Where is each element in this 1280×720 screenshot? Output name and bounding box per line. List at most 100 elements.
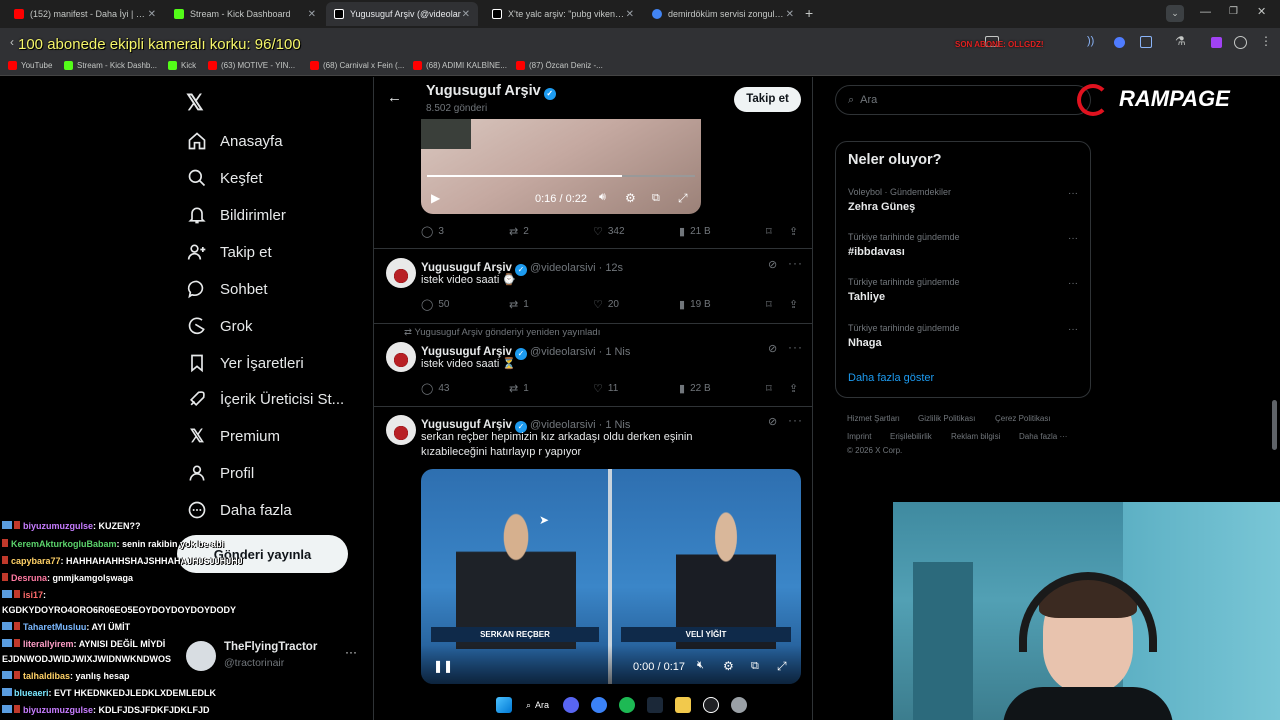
windows-start-icon[interactable] xyxy=(496,697,512,713)
post-menu-icon[interactable]: ··· xyxy=(788,340,803,354)
trend-name[interactable]: Zehra Güneş xyxy=(848,201,915,213)
close-icon[interactable]: ✕ xyxy=(786,9,794,20)
like-button[interactable]: ♡ 342 xyxy=(593,225,625,238)
avatar[interactable] xyxy=(386,415,416,445)
footer-link[interactable]: Gizlilik Politikası xyxy=(918,414,975,423)
bookmark[interactable]: Kick xyxy=(168,61,196,70)
audio-icon[interactable]: )) xyxy=(1087,35,1094,47)
fullscreen-icon[interactable]: ⤢ xyxy=(777,659,787,674)
trend-menu-icon[interactable]: ··· xyxy=(1068,324,1078,335)
reply-button[interactable]: ◯ 3 xyxy=(421,225,444,238)
nav-premium[interactable]: 𝕏 Premium xyxy=(186,421,280,451)
account-menu-icon[interactable]: ··· xyxy=(345,645,357,659)
repost-button[interactable]: ⇄ 1 xyxy=(509,382,529,395)
settings-icon[interactable] xyxy=(731,697,748,713)
folder-icon[interactable] xyxy=(675,697,692,713)
avatar[interactable] xyxy=(186,641,216,671)
browser-tab[interactable]: (152) manifest - Daha İyi | Offic ✕ xyxy=(6,2,164,26)
bookmark[interactable]: Stream - Kick Dashb... xyxy=(64,61,157,70)
video-player[interactable]: SERKAN REÇBER VELİ YİĞİT ❚❚ 0:00 / 0:17 … xyxy=(421,469,801,684)
nav-follow[interactable]: Takip et xyxy=(186,237,272,267)
browser-tab-active[interactable]: Yugusuguf Arşiv (@videolar ✕ xyxy=(326,2,478,26)
extensions-icon[interactable] xyxy=(1140,36,1152,48)
minimize-button[interactable]: — xyxy=(1200,6,1211,18)
pip-icon[interactable]: ⧉ xyxy=(652,192,660,205)
trend-name[interactable]: Nhaga xyxy=(848,337,882,349)
discord-icon[interactable] xyxy=(563,697,580,713)
views-button[interactable]: ▮ 22 B xyxy=(679,382,711,395)
tab-search-button[interactable]: ⌄ xyxy=(1166,5,1184,22)
close-window-button[interactable]: ✕ xyxy=(1257,5,1266,18)
nav-home[interactable]: Anasayfa xyxy=(186,126,283,156)
browser-icon[interactable] xyxy=(591,697,608,713)
post-menu-icon[interactable]: ··· xyxy=(788,413,803,427)
footer-link[interactable]: Hizmet Şartları xyxy=(847,414,900,423)
nav-bookmarks[interactable]: Yer İşaretleri xyxy=(186,348,304,378)
avatar[interactable] xyxy=(386,342,416,372)
nav-more[interactable]: Daha fazla xyxy=(186,495,292,525)
bookmark[interactable]: (68) Carnival x Fein (... xyxy=(310,61,404,70)
like-button[interactable]: ♡ 11 xyxy=(593,382,618,395)
profile-icon[interactable] xyxy=(1234,36,1247,49)
repost-button[interactable]: ⇄ 2 xyxy=(509,225,529,238)
menu-icon[interactable]: ⋮ xyxy=(1260,34,1272,48)
grok-icon[interactable]: ⊘ xyxy=(768,342,777,355)
close-icon[interactable]: ✕ xyxy=(148,9,156,20)
steam-icon[interactable] xyxy=(647,697,664,713)
browser-tab[interactable]: demirdöküm servisi zonguldak ✕ xyxy=(644,2,802,26)
trend-name[interactable]: #ibbdavası xyxy=(848,246,905,258)
restore-button[interactable]: ❐ xyxy=(1229,6,1238,17)
bookmark-button[interactable]: ⌑ xyxy=(766,382,777,395)
taskbar-search[interactable]: ⌕ Ara xyxy=(526,700,549,711)
nav-creator-studio[interactable]: İçerik Üreticisi St... xyxy=(186,384,344,414)
pause-icon[interactable]: ❚❚ xyxy=(433,659,453,673)
bookmark[interactable]: (87) Özcan Deniz -... xyxy=(516,61,603,70)
grok-icon[interactable]: ⊘ xyxy=(768,415,777,428)
trend-menu-icon[interactable]: ··· xyxy=(1068,233,1078,244)
back-icon[interactable]: ‹ xyxy=(10,35,14,49)
grok-icon[interactable]: ⊘ xyxy=(768,258,777,271)
share-button[interactable]: ⇪ xyxy=(789,382,803,395)
close-icon[interactable]: ✕ xyxy=(308,9,316,20)
follow-button[interactable]: Takip et xyxy=(734,87,801,112)
pip-icon[interactable]: ⧉ xyxy=(751,660,759,673)
avatar[interactable] xyxy=(386,258,416,288)
new-tab-button[interactable]: + xyxy=(805,5,813,21)
video-player[interactable]: ▶ 0:16 / 0:22 🔊︎ ⚙ ⧉ ⤢ xyxy=(421,119,701,214)
x-logo-icon[interactable]: 𝕏 xyxy=(186,90,204,116)
reply-button[interactable]: ◯ 50 xyxy=(421,298,449,311)
share-button[interactable]: ⇪ xyxy=(789,298,803,311)
page-scrollbar[interactable] xyxy=(1272,400,1277,450)
browser-tab[interactable]: X'te yalc arşiv: "pubg vikendi h ✕ xyxy=(484,2,642,26)
views-button[interactable]: ▮ 19 B xyxy=(679,298,711,311)
extension-icon[interactable] xyxy=(1211,37,1222,48)
bookmark-button[interactable]: ⌑ xyxy=(766,298,777,311)
bookmark[interactable]: (63) MOTIVE - YIN... xyxy=(208,61,295,70)
trend-menu-icon[interactable]: ··· xyxy=(1068,278,1078,289)
browser-tab[interactable]: Stream - Kick Dashboard ✕ xyxy=(166,2,324,26)
spotify-icon[interactable] xyxy=(619,697,636,713)
trend-menu-icon[interactable]: ··· xyxy=(1068,188,1078,199)
footer-link[interactable]: Daha fazla ··· xyxy=(1019,432,1067,441)
bookmark[interactable]: YouTube xyxy=(8,61,52,70)
nav-chat[interactable]: Sohbet xyxy=(186,274,268,304)
fullscreen-icon[interactable]: ⤢ xyxy=(678,191,688,206)
footer-link[interactable]: Erişilebilirlik xyxy=(890,432,932,441)
footer-link[interactable]: Reklam bilgisi xyxy=(951,432,1000,441)
like-button[interactable]: ♡ 20 xyxy=(593,298,619,311)
mute-icon[interactable]: 🔇︎ xyxy=(697,659,704,672)
repost-button[interactable]: ⇄ 1 xyxy=(509,298,529,311)
bookmark-button[interactable]: ⌑ xyxy=(766,225,777,238)
share-button[interactable]: ⇪ xyxy=(789,225,803,238)
play-icon[interactable]: ▶ xyxy=(431,191,440,205)
bookmark[interactable]: (68) ADIMI KALBİNE... xyxy=(413,61,507,70)
footer-link[interactable]: Imprint xyxy=(847,432,871,441)
settings-icon[interactable]: ⚙ xyxy=(625,191,636,205)
extension-icon[interactable] xyxy=(1114,37,1125,48)
search-input[interactable]: ⌕ Ara xyxy=(835,85,1091,115)
nav-grok[interactable]: Grok xyxy=(186,311,253,341)
nav-notifications[interactable]: Bildirimler xyxy=(186,200,286,230)
settings-icon[interactable]: ⚙ xyxy=(723,659,734,673)
close-icon[interactable]: ✕ xyxy=(626,9,634,20)
trend-name[interactable]: Tahliye xyxy=(848,291,885,303)
